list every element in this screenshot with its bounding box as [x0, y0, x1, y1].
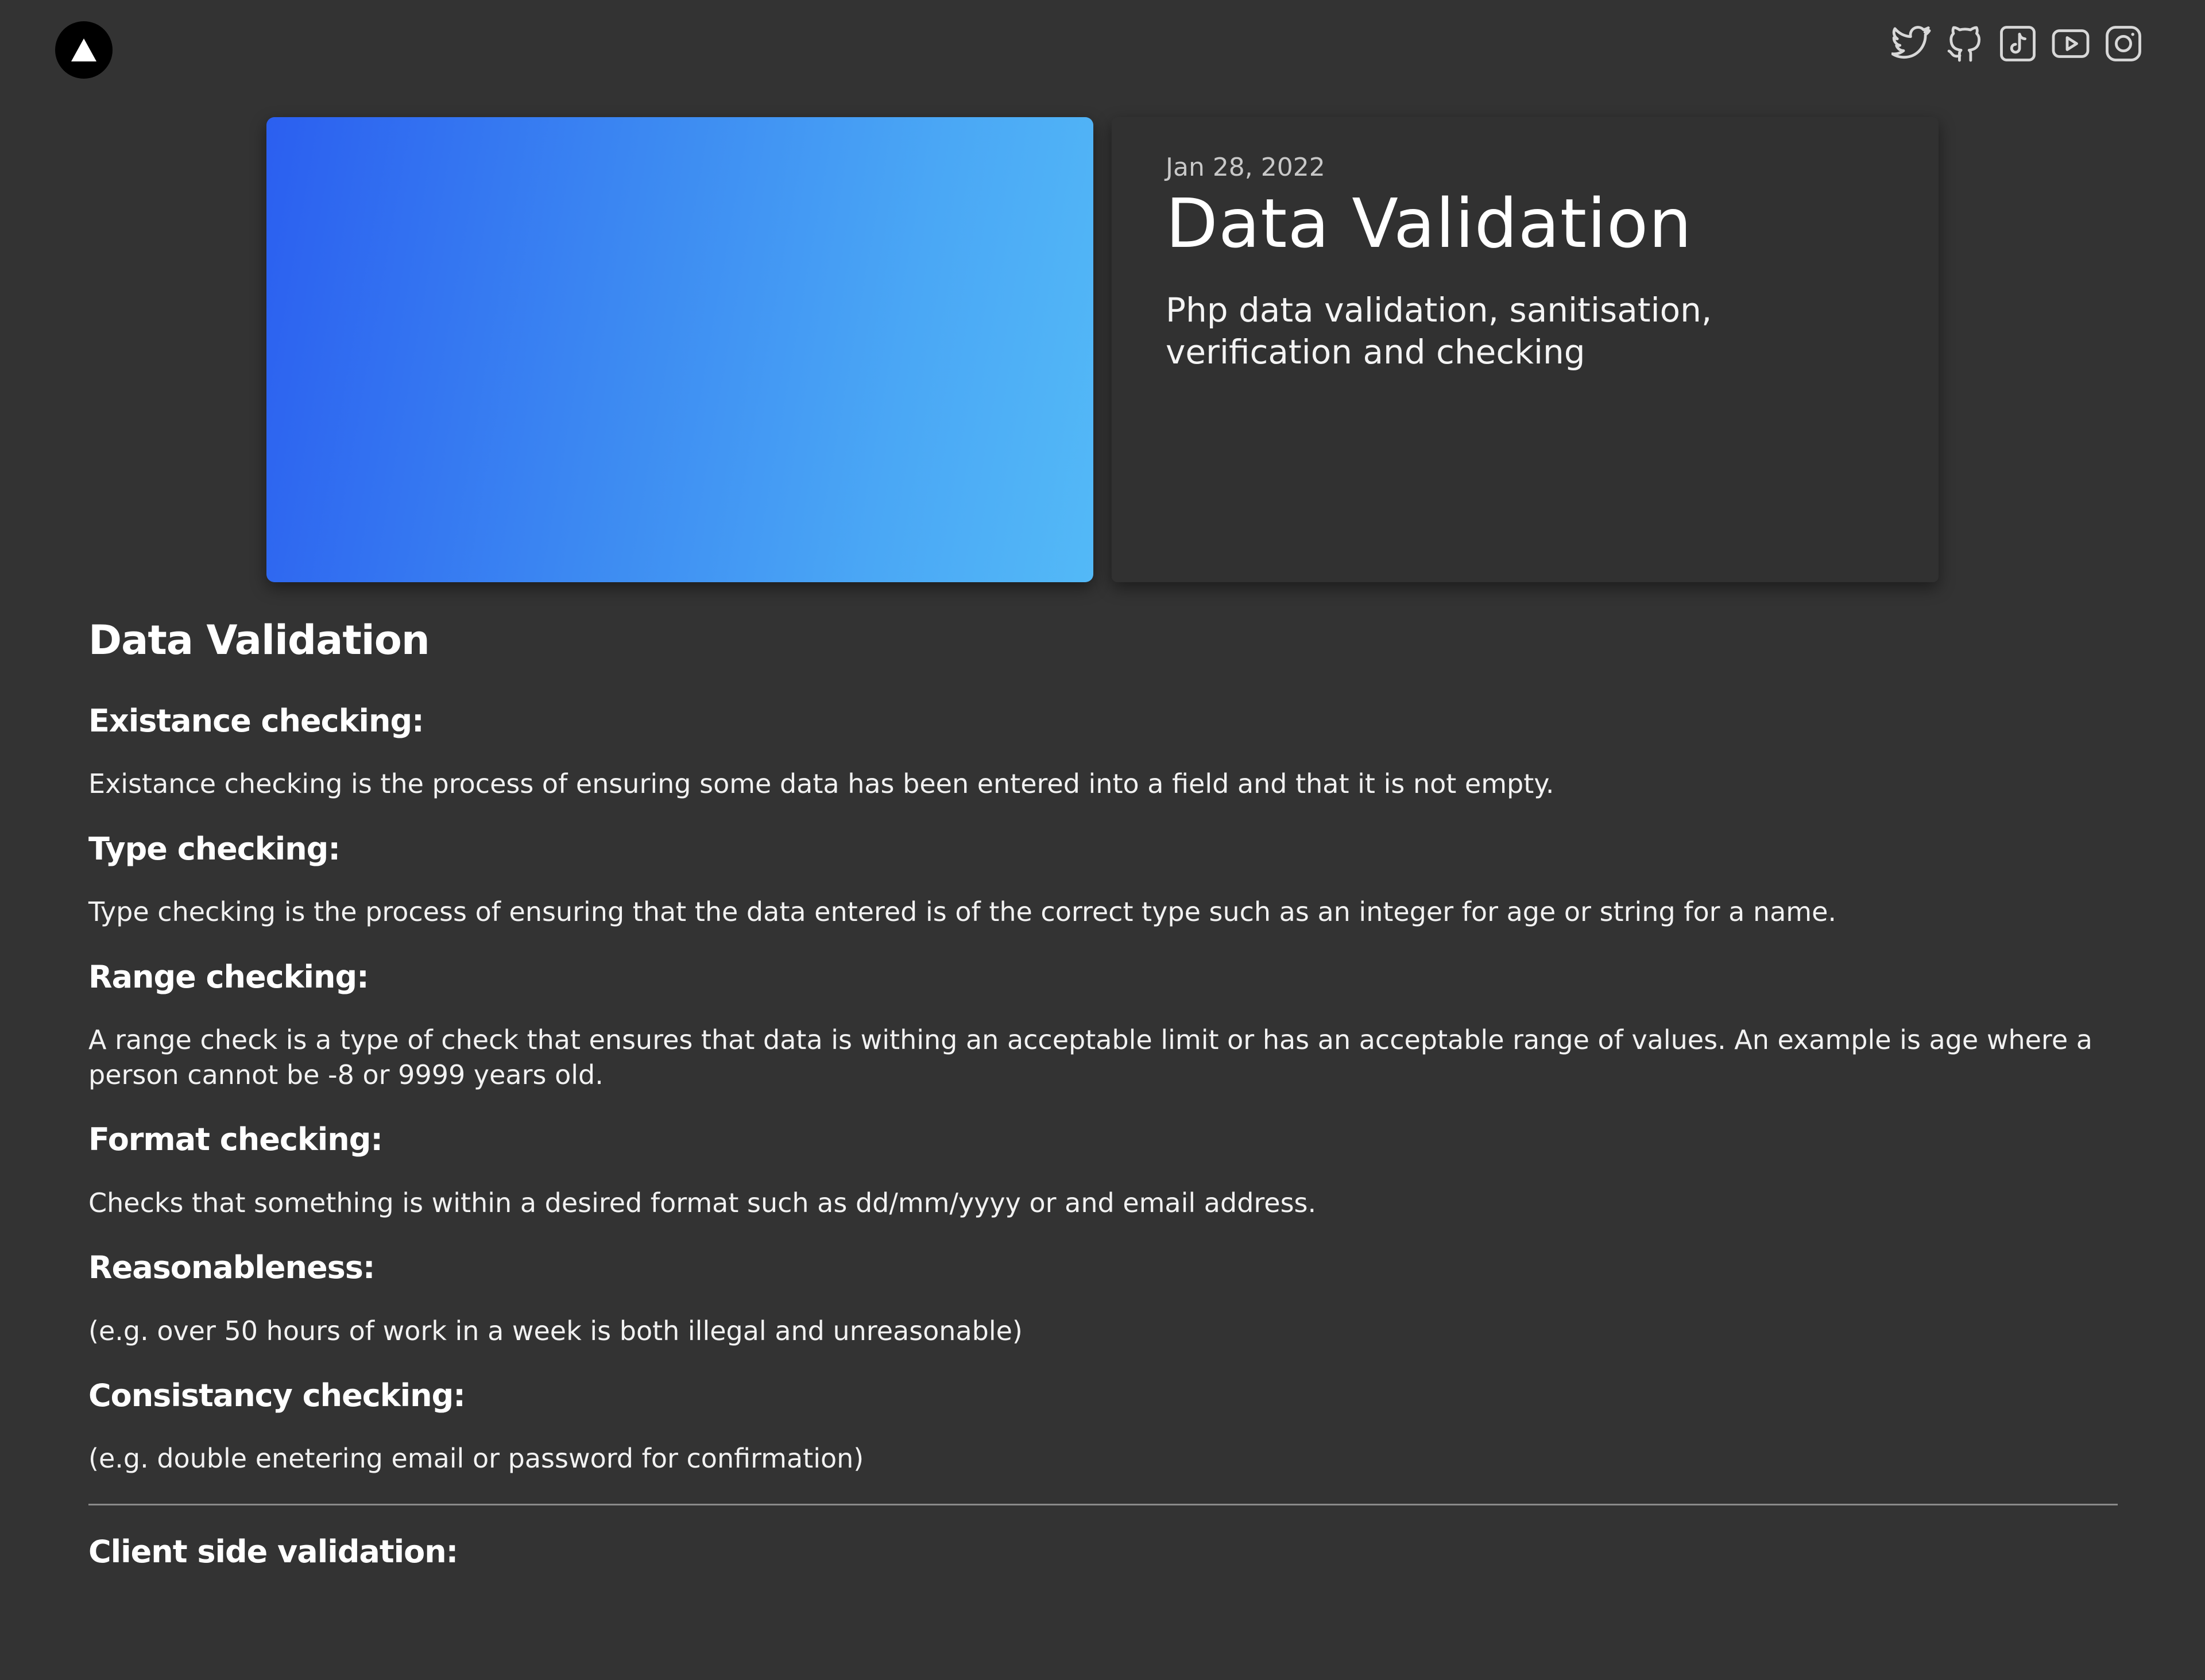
section-body: (e.g. over 50 hours of work in a week is… [88, 1315, 1023, 1346]
hero-card: Jan 28, 2022 Data Validation Php data va… [1112, 117, 1939, 582]
section-title: Client side validation: [88, 1534, 458, 1570]
page: Jan 28, 2022 Data Validation Php data va… [0, 0, 2205, 1680]
twitter-icon [1891, 26, 1931, 59]
post-title: Data Validation [1166, 183, 1692, 263]
twitter-link[interactable] [1891, 23, 1933, 64]
section-body: A range check is a type of check that en… [88, 1024, 2092, 1090]
section-body: Existance checking is the process of ens… [88, 768, 1554, 800]
youtube-link[interactable] [2050, 23, 2091, 64]
article-heading: Data Validation [88, 617, 430, 664]
article-body: Data Validation Existance checking: Exis… [88, 614, 2118, 1597]
section-title: Format checking: [88, 1121, 383, 1158]
section-title: Type checking: [88, 830, 341, 867]
section-body: Type checking is the process of ensuring… [88, 896, 1837, 928]
section-title: Reasonableness: [88, 1249, 376, 1286]
section-divider [88, 1504, 2118, 1506]
social-links [1891, 23, 2144, 64]
github-icon [1947, 26, 1980, 62]
section-title: Range checking: [88, 958, 369, 995]
youtube-icon [2052, 29, 2090, 58]
github-link[interactable] [1944, 23, 1986, 64]
tiktok-link[interactable] [1997, 23, 2038, 64]
section-title: Consistancy checking: [88, 1377, 466, 1414]
post-subtitle: Php data validation, sanitisation, verif… [1166, 291, 1712, 371]
instagram-icon [2106, 26, 2141, 61]
post-date: Jan 28, 2022 [1166, 153, 1325, 182]
instagram-link[interactable] [2103, 23, 2144, 64]
home-logo-link[interactable] [55, 21, 113, 79]
section-body: Checks that something is within a desire… [88, 1187, 1317, 1218]
tiktok-icon [2000, 26, 2036, 61]
triangle-logo-icon [71, 38, 96, 61]
hero-cover-image [266, 117, 1093, 582]
section-title: Existance checking: [88, 703, 424, 739]
section-body: (e.g. double enetering email or password… [88, 1443, 864, 1474]
